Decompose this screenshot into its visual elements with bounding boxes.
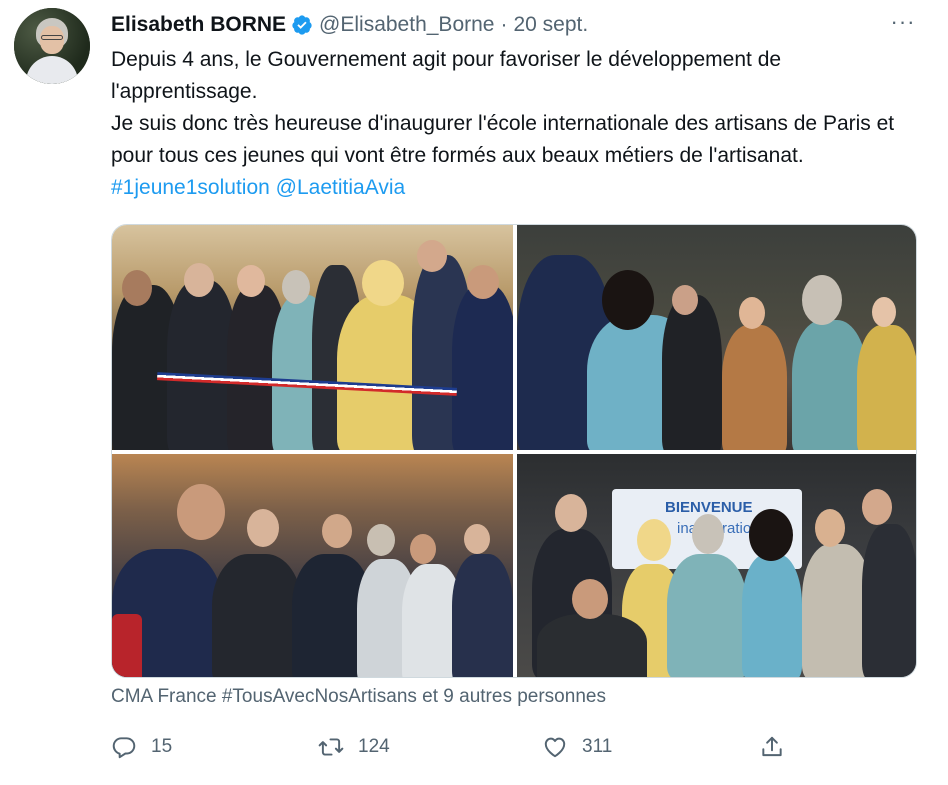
- photo-ribbon-cutting[interactable]: [112, 225, 513, 450]
- photo-audience[interactable]: [112, 454, 513, 677]
- hashtag-link[interactable]: #1jeune1solution: [111, 176, 270, 199]
- tweet-text-line1: Depuis 4 ans, le Gouvernement agit pour …: [111, 48, 782, 103]
- photo-discussion[interactable]: [517, 225, 916, 450]
- retweet-icon: [318, 738, 344, 756]
- author-name[interactable]: Elisabeth BORNE: [111, 13, 286, 37]
- media-grid: BIENVENUE inauguration: [111, 224, 917, 678]
- tweet-date[interactable]: 20 sept.: [513, 13, 588, 37]
- tweet: Elisabeth BORNE @Elisabeth_Borne · 20 se…: [0, 0, 948, 785]
- tweet-actions: 15 124 311: [111, 730, 811, 764]
- reply-button[interactable]: 15: [111, 730, 172, 764]
- like-count: 311: [582, 736, 613, 757]
- reply-icon: [112, 737, 136, 759]
- share-button[interactable]: [759, 730, 785, 764]
- photo-group[interactable]: BIENVENUE inauguration: [517, 454, 916, 677]
- heart-icon: [544, 737, 566, 758]
- ellipsis-icon[interactable]: ···: [888, 11, 918, 38]
- verified-badge-icon: [291, 14, 313, 36]
- retweet-count: 124: [358, 736, 390, 757]
- retweet-button[interactable]: 124: [318, 730, 390, 764]
- share-icon: [762, 736, 782, 757]
- like-button[interactable]: 311: [542, 730, 612, 764]
- author-avatar[interactable]: [14, 8, 90, 84]
- likers-summary[interactable]: CMA France #TousAvecNosArtisans et 9 aut…: [111, 686, 606, 708]
- tweet-header: Elisabeth BORNE @Elisabeth_Borne · 20 se…: [111, 10, 588, 40]
- separator-dot: ·: [500, 13, 508, 36]
- tweet-text-line2: Je suis donc très heureuse d'inaugurer l…: [111, 108, 931, 204]
- reply-count: 15: [151, 736, 173, 757]
- author-handle[interactable]: @Elisabeth_Borne: [319, 13, 494, 37]
- mention-link[interactable]: @LaetitiaAvia: [276, 176, 406, 199]
- tweet-text: Depuis 4 ans, le Gouvernement agit pour …: [111, 44, 931, 204]
- tweet-text-line2-body: Je suis donc très heureuse d'inaugurer l…: [111, 112, 895, 167]
